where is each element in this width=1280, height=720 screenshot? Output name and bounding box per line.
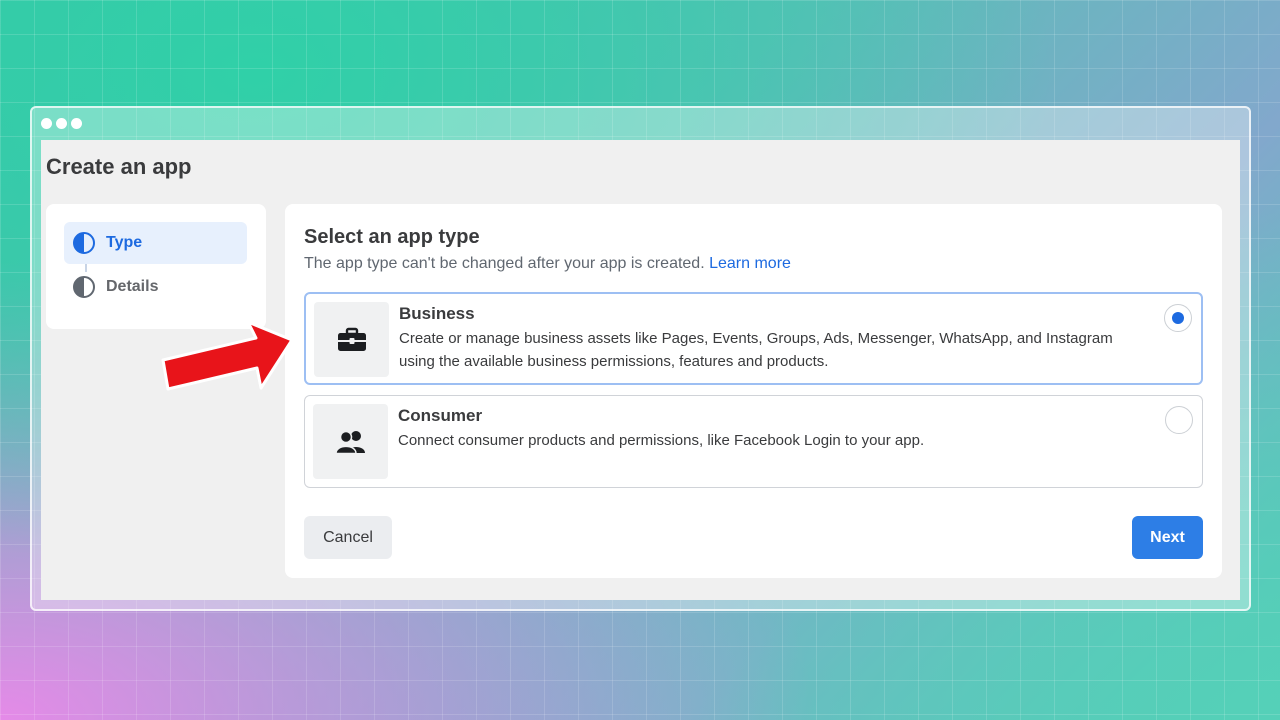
app-type-panel: Select an app type The app type can't be… [285, 204, 1222, 578]
people-icon [313, 404, 388, 479]
half-circle-icon [73, 276, 95, 298]
option-description: Create or manage business assets like Pa… [399, 330, 1113, 370]
window-dot-icon[interactable] [41, 118, 52, 129]
option-business[interactable]: Business Create or manage business asset… [304, 292, 1203, 385]
step-label: Type [106, 234, 143, 251]
window-dot-icon[interactable] [56, 118, 67, 129]
panel-title: Select an app type [304, 226, 480, 248]
option-name: Business [399, 304, 475, 323]
cancel-button[interactable]: Cancel [304, 516, 392, 559]
option-name: Consumer [398, 406, 483, 425]
radio-consumer[interactable] [1165, 406, 1193, 434]
steps-sidebar: Type Details [46, 204, 266, 329]
panel-subtitle: The app type can't be changed after your… [304, 255, 791, 273]
window-controls [41, 118, 82, 129]
red-arrow-icon [161, 320, 294, 391]
step-label: Details [106, 278, 159, 295]
page-title: Create an app [46, 154, 192, 179]
briefcase-icon [314, 302, 389, 377]
radio-business[interactable] [1164, 304, 1192, 332]
option-description: Connect consumer products and permission… [398, 432, 925, 449]
step-details[interactable]: Details [64, 266, 247, 308]
learn-more-link[interactable]: Learn more [709, 255, 791, 272]
option-consumer[interactable]: Consumer Connect consumer products and p… [304, 395, 1203, 488]
subtitle-text: The app type can't be changed after your… [304, 255, 705, 272]
next-button[interactable]: Next [1132, 516, 1203, 559]
step-type[interactable]: Type [64, 222, 247, 264]
window-dot-icon[interactable] [71, 118, 82, 129]
half-circle-icon [73, 232, 95, 254]
